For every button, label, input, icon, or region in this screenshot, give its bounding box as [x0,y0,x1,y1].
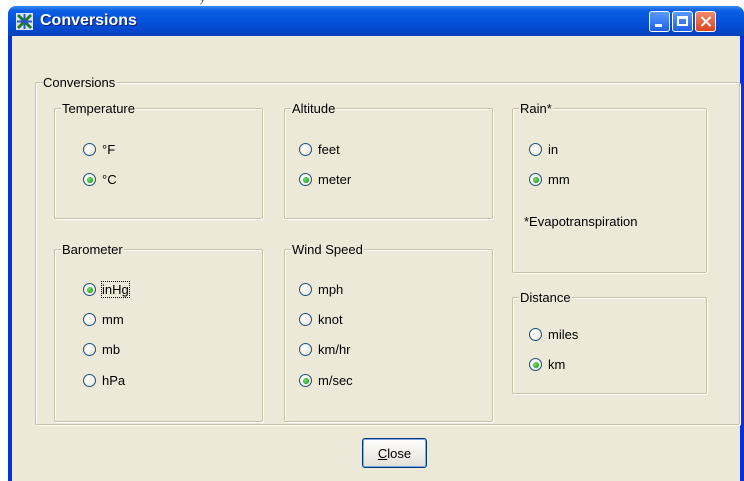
radio-distance-km[interactable]: km [529,357,565,372]
minimize-button[interactable] [649,11,670,32]
radio-rain-in[interactable]: in [529,142,558,157]
radio-label: mm [102,312,124,327]
radio-button[interactable] [529,328,542,341]
radio-label: °C [102,172,117,187]
altitude-group-label: Altitude [291,101,337,116]
radio-button[interactable] [299,343,312,356]
radio-wind-mph[interactable]: mph [299,282,343,297]
radio-rain-mm[interactable]: mm [529,172,570,187]
barometer-group-label: Barometer [61,242,124,257]
close-button-mnemonic: C [377,445,388,461]
radio-label: mph [318,282,344,297]
radio-label: mm [548,172,570,187]
radio-button[interactable] [83,283,96,296]
radio-barometer-mm[interactable]: mm [83,312,124,327]
radio-distance-miles[interactable]: miles [529,327,578,342]
radio-button[interactable] [83,173,96,186]
radio-label: km/hr [318,342,351,357]
temperature-group-label: Temperature [61,101,136,116]
close-button[interactable]: Close [362,438,427,468]
radio-button[interactable] [299,143,312,156]
radio-button[interactable] [299,283,312,296]
distance-group-label: Distance [519,290,572,305]
radio-label: knot [318,312,343,327]
rain-group: Rain* [512,101,707,273]
radio-button[interactable] [83,143,96,156]
radio-barometer-hpa[interactable]: hPa [83,373,125,388]
radio-label: in [548,142,559,157]
radio-temperature-f[interactable]: °F [83,142,115,157]
radio-wind-kmhr[interactable]: km/hr [299,342,351,357]
radio-temperature-c[interactable]: °C [83,172,117,187]
radio-button[interactable] [83,343,96,356]
close-button-label: lose [387,445,412,461]
conversions-group-label: Conversions [42,75,117,90]
window-title: Conversions [40,12,137,29]
radio-label: feet [318,142,340,157]
radio-button[interactable] [299,173,312,186]
close-window-button[interactable] [695,11,716,32]
conversions-dialog: Conversions Conversions Temperature °F °… [8,6,744,481]
radio-button[interactable] [529,173,542,186]
radio-label: meter [318,172,352,187]
radio-label: miles [548,327,579,342]
radio-label: km [548,357,566,372]
barometer-group: Barometer [54,242,263,422]
maximize-button[interactable] [672,11,693,32]
radio-button[interactable] [529,143,542,156]
radio-label: inHg [101,281,130,298]
radio-button[interactable] [299,374,312,387]
dialog-client-area: Conversions Temperature °F °C Altitude f… [12,36,740,481]
radio-label: °F [102,142,116,157]
radio-barometer-mb[interactable]: mb [83,342,120,357]
radio-altitude-meter[interactable]: meter [299,172,351,187]
radio-wind-knot[interactable]: knot [299,312,343,327]
temperature-group: Temperature [54,101,263,219]
radio-button[interactable] [83,313,96,326]
radio-label: m/sec [318,373,353,388]
radio-altitude-feet[interactable]: feet [299,142,340,157]
distance-group: Distance [512,290,707,394]
wind-speed-group-label: Wind Speed [291,242,364,257]
radio-barometer-inhg[interactable]: inHg [83,281,130,298]
altitude-group: Altitude [284,101,493,219]
radio-label: mb [102,342,121,357]
radio-button[interactable] [83,374,96,387]
app-icon [16,13,33,30]
radio-label: hPa [102,373,126,388]
radio-wind-msec[interactable]: m/sec [299,373,353,388]
rain-group-label: Rain* [519,101,553,116]
radio-button[interactable] [299,313,312,326]
title-bar[interactable]: Conversions [8,6,744,36]
evapotranspiration-note: *Evapotranspiration [524,214,638,229]
radio-button[interactable] [529,358,542,371]
wind-speed-group: Wind Speed [284,242,493,422]
